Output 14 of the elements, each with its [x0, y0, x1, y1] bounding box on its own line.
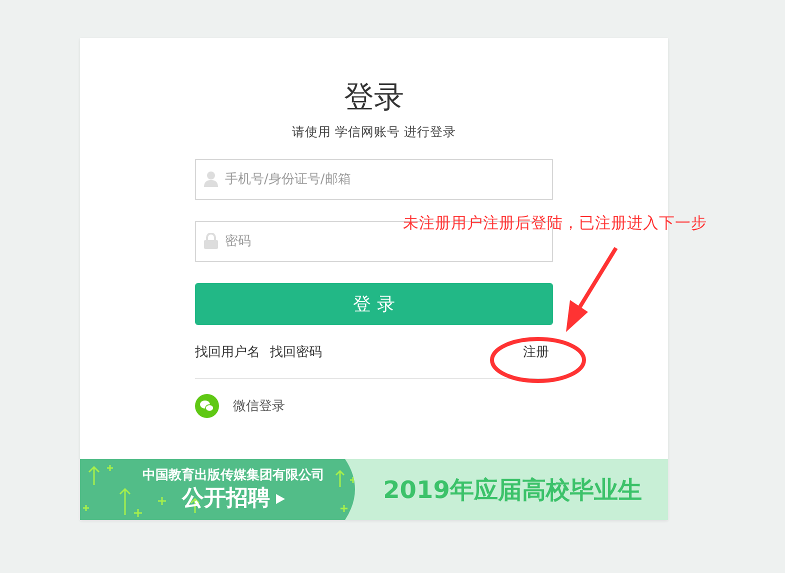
login-title: 登录	[344, 79, 404, 117]
recover-link[interactable]: 找回用户名	[195, 343, 260, 361]
chat-bubbles-icon[interactable]	[195, 394, 219, 418]
wechat-login-link[interactable]: 微信登录	[233, 397, 285, 415]
recover-link[interactable]: 找回密码	[270, 343, 322, 361]
account-field[interactable]: 手机号/身份证号/邮箱	[195, 159, 553, 200]
lock-icon	[204, 233, 218, 249]
recruit-heading: 公开招聘	[182, 484, 270, 512]
user-icon	[204, 171, 218, 187]
register-link[interactable]: 注册	[523, 343, 549, 361]
play-icon	[276, 494, 285, 504]
company-name: 中国教育出版传媒集团有限公司	[142, 466, 324, 484]
banner-headline: 2019年应届高校毕业生	[383, 474, 642, 506]
login-subtitle: 请使用 学信网账号 进行登录	[292, 124, 456, 141]
